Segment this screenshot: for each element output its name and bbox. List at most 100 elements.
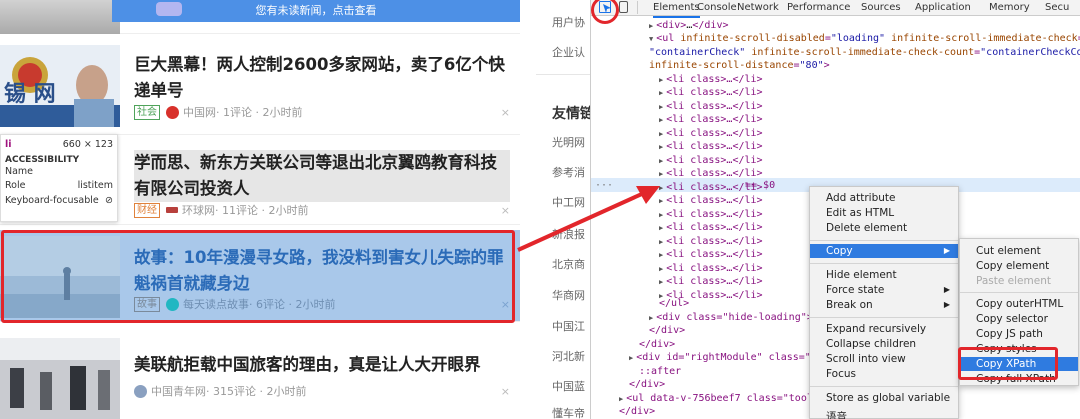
source-icon <box>166 207 178 213</box>
menu-copy-js-path[interactable]: Copy JS path <box>960 327 1078 341</box>
expand-triangle-icon[interactable]: ▶ <box>659 251 663 259</box>
dom-node-li[interactable]: ▶ <li class>…</li> <box>659 194 763 209</box>
friend-link[interactable]: 河北新 <box>552 348 585 364</box>
tab-network[interactable]: Network <box>737 0 779 16</box>
menu-edit-as-html[interactable]: Edit as HTML <box>810 206 958 220</box>
menu-focus[interactable]: Focus <box>810 367 958 381</box>
news-source[interactable]: 环球网 <box>182 202 215 218</box>
friend-link[interactable]: 中工网 <box>552 194 585 210</box>
tab-performance[interactable]: Performance <box>787 0 850 16</box>
page-right-column: 用户协 企业认 友情链 光明网 参考消 中工网 新浪报 北京商 华商网 中国江 … <box>520 0 590 419</box>
expand-triangle-icon[interactable]: ▶ <box>659 130 663 138</box>
inspector-tooltip: li 660 × 123 ACCESSIBILITY Name Role list… <box>0 134 118 222</box>
dismiss-close-icon[interactable]: × <box>501 204 510 217</box>
device-toolbar-icon[interactable] <box>619 1 628 13</box>
menu-force-state[interactable]: Force state ▶ <box>810 283 958 297</box>
toolbar-divider <box>637 1 638 14</box>
expand-triangle-icon[interactable]: ▶ <box>659 89 663 97</box>
expand-triangle-icon[interactable]: ▶ <box>659 224 663 232</box>
news-item[interactable]: 美联航拒载中国旅客的理由，真是让人大开眼界 中国青年网 · 315评论 · 2小… <box>0 335 520 419</box>
enterprise-cert-link[interactable]: 企业认 <box>552 44 585 60</box>
news-thumbnail: 锡 网 <box>0 45 120 127</box>
expand-triangle-icon[interactable]: ▶ <box>659 76 663 84</box>
tab-security[interactable]: Secu <box>1045 0 1069 16</box>
tab-application[interactable]: Application <box>915 0 971 16</box>
dom-node-li[interactable]: ▶ <li class>…</li> <box>659 248 763 263</box>
submenu-arrow-icon: ▶ <box>943 300 950 309</box>
dom-node-li[interactable]: ▶ <li class>…</li> <box>659 86 763 101</box>
friend-link[interactable]: 光明网 <box>552 134 585 150</box>
menu-break-on[interactable]: Break on ▶ <box>810 298 958 312</box>
menu-copy-outerhtml[interactable]: Copy outerHTML <box>960 297 1078 311</box>
menu-copy-element[interactable]: Copy element <box>960 259 1078 273</box>
category-tag[interactable]: 财经 <box>134 202 160 218</box>
expand-triangle-icon[interactable]: ▶ <box>659 197 663 205</box>
friend-link[interactable]: 中国蓝 <box>552 378 585 394</box>
dom-node-li[interactable]: ▶ <li class>…</li> <box>659 275 763 290</box>
menu-copy[interactable]: Copy ▶ <box>810 244 958 258</box>
menu-delete-element[interactable]: Delete element <box>810 221 958 235</box>
news-title[interactable]: 巨大黑幕！两人控制2600多家网站，卖了6亿个快递单号 <box>134 52 510 104</box>
menu-store-global[interactable]: Store as global variable <box>810 391 958 405</box>
tab-sources[interactable]: Sources <box>861 0 901 16</box>
tooltip-row-role: Role listitem <box>5 180 113 191</box>
police-photo-thumbnail: 锡 网 <box>0 45 120 127</box>
friend-link[interactable]: 新浪报 <box>552 226 585 242</box>
friend-link[interactable]: 华商网 <box>552 287 585 303</box>
expand-triangle-icon[interactable]: ▶ <box>659 157 663 165</box>
tooltip-element-row: li 660 × 123 <box>5 138 113 153</box>
expand-triangle-icon[interactable]: ▶ <box>659 184 663 192</box>
dom-close-div: </div> <box>649 325 686 336</box>
news-title[interactable]: 学而思、新东方关联公司等退出北京翼鸥教育科技有限公司投资人 <box>134 150 510 202</box>
thumbnail-text: 锡 网 <box>4 82 56 107</box>
news-source[interactable]: 中国网 <box>183 104 216 120</box>
friend-link[interactable]: 中国江 <box>552 318 585 334</box>
menu-expand-recursively[interactable]: Expand recursively <box>810 322 958 336</box>
copy-xpath-annotation-box <box>958 347 1058 380</box>
expand-triangle-icon[interactable]: ▶ <box>659 103 663 111</box>
menu-paste-element: Paste element <box>976 275 1051 287</box>
expand-triangle-icon[interactable]: ▶ <box>659 238 663 246</box>
expand-triangle-icon[interactable]: ▶ <box>659 265 663 273</box>
menu-copy-selector[interactable]: Copy selector <box>960 312 1078 326</box>
menu-add-attribute[interactable]: Add attribute <box>810 191 958 205</box>
friend-link[interactable]: 北京商 <box>552 256 585 272</box>
dismiss-close-icon[interactable]: × <box>501 106 510 119</box>
friend-link[interactable]: 懂车帝 <box>552 405 585 419</box>
expand-triangle-icon[interactable]: ▶ <box>659 170 663 178</box>
tab-console[interactable]: Console <box>697 0 737 16</box>
divider <box>536 74 590 75</box>
news-item[interactable]: 锡 网 巨大黑幕！两人控制2600多家网站，卖了6亿个快递单号 社会 中国网 ·… <box>0 45 520 135</box>
tab-elements[interactable]: Elements <box>653 0 700 18</box>
user-agreement-link[interactable]: 用户协 <box>552 14 585 30</box>
menu-hide-element[interactable]: Hide element <box>810 268 958 282</box>
category-tag[interactable]: 社会 <box>134 104 160 120</box>
dom-node-right-module[interactable]: ▶ <div id="rightModule" class="b <box>629 351 817 366</box>
tooltip-accessibility-heading: ACCESSIBILITY <box>5 154 80 165</box>
menu-cut-element[interactable]: Cut element <box>960 244 1078 258</box>
dom-pseudo-after[interactable]: ::after <box>639 365 681 379</box>
expand-triangle-icon[interactable]: ▶ <box>659 143 663 151</box>
news-title[interactable]: 美联航拒载中国旅客的理由，真是让人大开眼界 <box>134 352 510 378</box>
dom-node-ul[interactable]: ▼ <ul infinite-scroll-disabled="loading" … <box>649 32 1080 47</box>
news-thumbnail <box>0 338 120 419</box>
expand-triangle-icon[interactable]: ▶ <box>659 116 663 124</box>
expand-triangle-icon[interactable]: ▶ <box>659 278 663 286</box>
dom-node-li[interactable]: ▶ <li class>…</li> <box>659 140 763 155</box>
unread-news-banner[interactable]: 您有未读新闻，点击查看 <box>112 0 520 22</box>
tab-memory[interactable]: Memory <box>989 0 1030 16</box>
dom-node-li[interactable]: ▶ <li class>…</li> <box>659 221 763 236</box>
news-meta: 中国青年网 · 315评论 · 2小时前 <box>134 383 306 399</box>
dismiss-close-icon[interactable]: × <box>501 385 510 398</box>
menu-scroll-into-view[interactable]: Scroll into view <box>810 352 958 366</box>
menu-separator <box>810 317 958 318</box>
menu-separator <box>960 292 1078 293</box>
friend-link[interactable]: 参考消 <box>552 164 585 180</box>
context-menu: Add attribute Edit as HTML Delete elemen… <box>809 186 959 419</box>
menu-speech[interactable]: 语音 <box>810 410 958 419</box>
menu-collapse-children[interactable]: Collapse children <box>810 337 958 351</box>
dom-node-li[interactable]: ▶ <li class>…</li> <box>659 113 763 128</box>
menu-separator <box>810 263 958 264</box>
news-source[interactable]: 中国青年网 <box>151 383 206 399</box>
expand-triangle-icon[interactable]: ▶ <box>659 211 663 219</box>
